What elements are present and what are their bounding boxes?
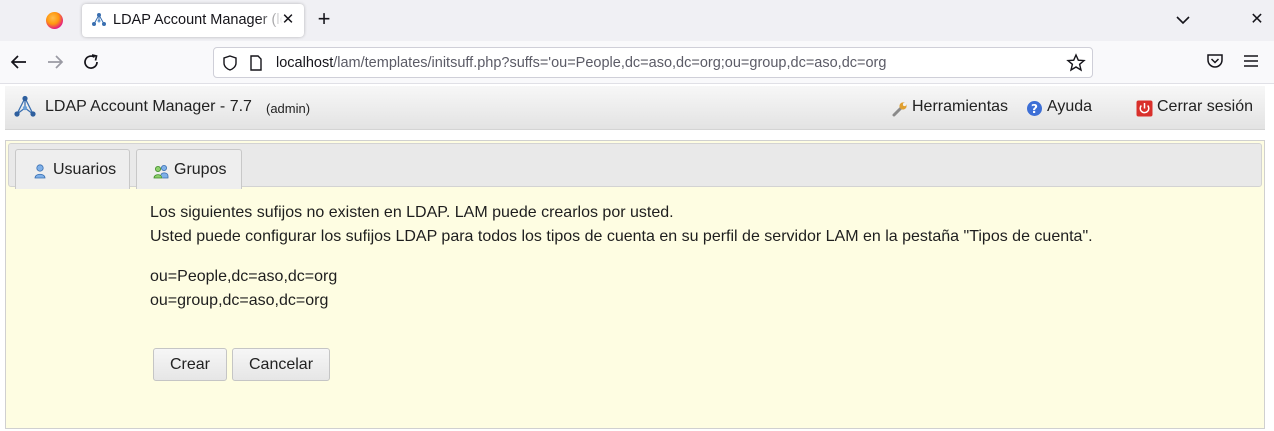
tools-label: Herramientas	[912, 98, 1009, 115]
cancel-button[interactable]: Cancelar	[232, 348, 330, 381]
browser-tab-title: LDAP Account Manager (localhost)	[113, 12, 283, 28]
current-user: (admin)	[266, 101, 311, 116]
tab-close-icon[interactable]: ✕	[280, 12, 296, 28]
main-content: Usuarios Grupos Los siguientes sufijos n…	[5, 140, 1265, 429]
new-tab-icon[interactable]: +	[312, 8, 336, 32]
wrench-icon	[892, 102, 907, 117]
pocket-icon[interactable]	[1205, 51, 1225, 71]
tab-label: Grupos	[174, 161, 227, 178]
browser-tab[interactable]: LDAP Account Manager (localhost) ✕	[82, 4, 304, 37]
window-close-icon[interactable]: ✕	[1248, 9, 1266, 29]
lam-header: LDAP Account Manager - 7.7 (admin) Herra…	[5, 86, 1265, 130]
url-text[interactable]: localhost/lam/templates/initsuff.php?suf…	[276, 55, 886, 71]
bookmark-star-icon[interactable]	[1066, 53, 1086, 73]
help-label: Ayuda	[1047, 98, 1093, 115]
svg-text:?: ?	[1031, 102, 1038, 116]
tab-usuarios[interactable]: Usuarios	[15, 149, 130, 189]
help-icon: ?	[1027, 101, 1042, 116]
user-icon	[34, 164, 46, 179]
address-bar[interactable]: localhost/lam/templates/initsuff.php?suf…	[213, 47, 1093, 78]
suffix-item: ou=People,dc=aso,dc=org	[150, 268, 338, 285]
browser-nav-bar: localhost/lam/templates/initsuff.php?suf…	[0, 41, 1274, 84]
hamburger-menu-icon[interactable]	[1241, 51, 1261, 71]
page-icon[interactable]	[249, 55, 263, 71]
info-message-line2: Usted puede configurar los sufijos LDAP …	[150, 228, 1093, 245]
suffix-item: ou=group,dc=aso,dc=org	[150, 292, 329, 309]
browser-tab-bar: LDAP Account Manager (localhost) ✕ + ✕	[0, 0, 1274, 41]
forward-icon[interactable]	[44, 51, 66, 73]
tab-label: Usuarios	[53, 161, 117, 178]
tab-grupos[interactable]: Grupos	[136, 149, 242, 189]
lam-logo-icon[interactable]	[13, 95, 37, 119]
firefox-icon[interactable]	[46, 12, 63, 29]
create-button[interactable]: Crear	[153, 348, 227, 381]
page-title: LDAP Account Manager - 7.7	[45, 98, 252, 115]
shield-icon[interactable]	[222, 55, 238, 71]
power-icon	[1136, 100, 1153, 117]
lam-favicon-icon	[92, 13, 106, 26]
tab-strip: Usuarios Grupos	[8, 143, 1262, 189]
group-icon	[153, 165, 169, 179]
chevron-down-icon[interactable]	[1173, 10, 1193, 30]
logout-label: Cerrar sesión	[1157, 98, 1254, 115]
info-message-line1: Los siguientes sufijos no existen en LDA…	[150, 204, 674, 221]
back-icon[interactable]	[8, 51, 30, 73]
reload-icon[interactable]	[80, 51, 102, 73]
